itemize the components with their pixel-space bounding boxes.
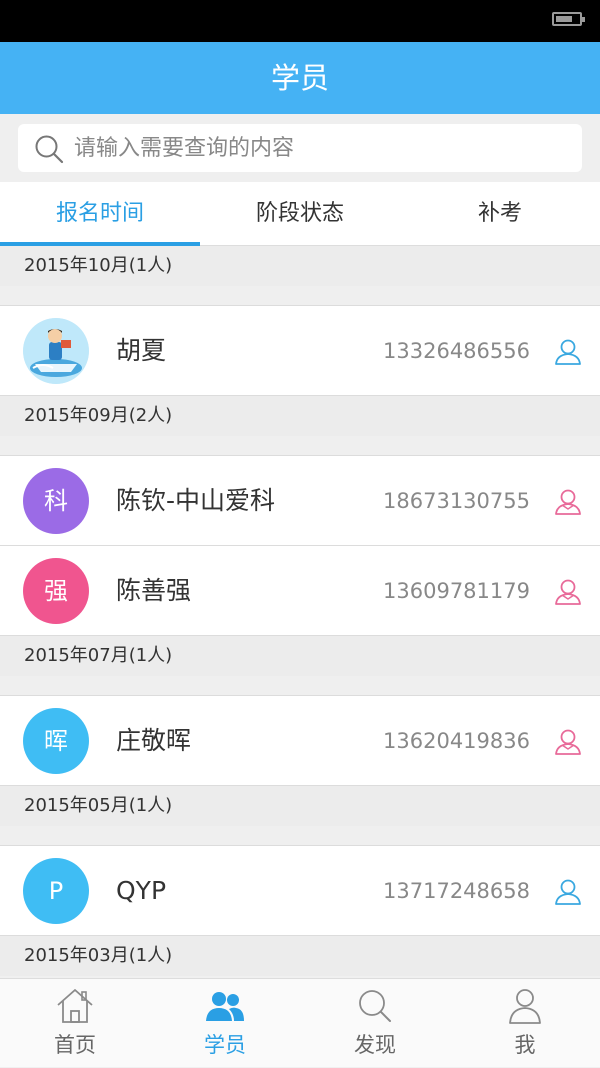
status-bar [0, 0, 600, 42]
female-user-icon[interactable] [554, 488, 582, 516]
student-name: 陈钦-中山爱科 [116, 486, 276, 515]
student-name: QYP [116, 876, 167, 905]
avatar: P [23, 858, 89, 924]
student-phone: 18673130755 [383, 489, 530, 513]
avatar [23, 318, 89, 384]
students-icon [206, 992, 244, 1021]
home-icon [57, 989, 93, 1023]
tabbar-label: 我 [514, 1033, 536, 1057]
tabbar-students[interactable]: 学员 [150, 979, 300, 1068]
tabbar-me[interactable]: 我 [450, 979, 600, 1068]
student-row[interactable]: P QYP 13717248658 [0, 846, 600, 936]
tabbar-label: 发现 [354, 1033, 396, 1057]
student-name: 庄敬晖 [116, 726, 192, 755]
search-box[interactable] [18, 124, 582, 172]
filter-tabs: 报名时间 阶段状态 补考 [0, 182, 600, 246]
group-header: 2015年05月(1人) [0, 786, 600, 826]
discover-icon [359, 990, 391, 1022]
student-phone: 13326486556 [383, 339, 530, 363]
group-header: 2015年07月(1人) [0, 636, 600, 676]
tabbar-discover[interactable]: 发现 [300, 979, 450, 1068]
student-name: 胡夏 [116, 336, 167, 365]
avatar: 强 [23, 558, 89, 624]
student-phone: 13609781179 [383, 579, 530, 603]
tab-makeup-exam[interactable]: 补考 [400, 182, 600, 245]
student-name: 陈善强 [116, 576, 192, 605]
tabbar-home[interactable]: 首页 [0, 979, 150, 1068]
group-header: 2015年03月(1人) [0, 936, 600, 976]
tabbar-label: 学员 [204, 1033, 246, 1057]
page-title: 学员 [0, 42, 600, 114]
avatar-photo-icon [23, 318, 89, 384]
student-row[interactable]: 强 陈善强 13609781179 [0, 546, 600, 636]
battery-icon [552, 12, 585, 26]
male-user-icon[interactable] [554, 878, 582, 906]
female-user-icon[interactable] [554, 728, 582, 756]
group-header: 2015年10月(1人) [0, 246, 600, 286]
avatar: 晖 [23, 708, 89, 774]
tabbar-label: 首页 [54, 1033, 96, 1057]
tab-signup-time[interactable]: 报名时间 [0, 182, 200, 246]
male-user-icon[interactable] [554, 338, 582, 366]
student-phone: 13717248658 [383, 879, 530, 903]
search-bar [0, 114, 600, 182]
student-row[interactable]: 晖 庄敬晖 13620419836 [0, 696, 600, 786]
tab-stage-status[interactable]: 阶段状态 [200, 182, 400, 245]
student-row[interactable]: 科 陈钦-中山爱科 18673130755 [0, 456, 600, 546]
profile-icon [509, 989, 541, 1024]
group-header: 2015年09月(2人) [0, 396, 600, 436]
search-input[interactable] [74, 124, 564, 172]
bottom-tab-bar: 首页 学员 发现 我 [0, 978, 600, 1067]
female-user-icon[interactable] [554, 578, 582, 606]
student-phone: 13620419836 [383, 729, 530, 753]
avatar: 科 [23, 468, 89, 534]
search-icon [35, 135, 64, 164]
student-list: 2015年10月(1人) 胡夏 13326486556 2015年09月(2人)… [0, 246, 600, 976]
student-row[interactable]: 胡夏 13326486556 [0, 306, 600, 396]
